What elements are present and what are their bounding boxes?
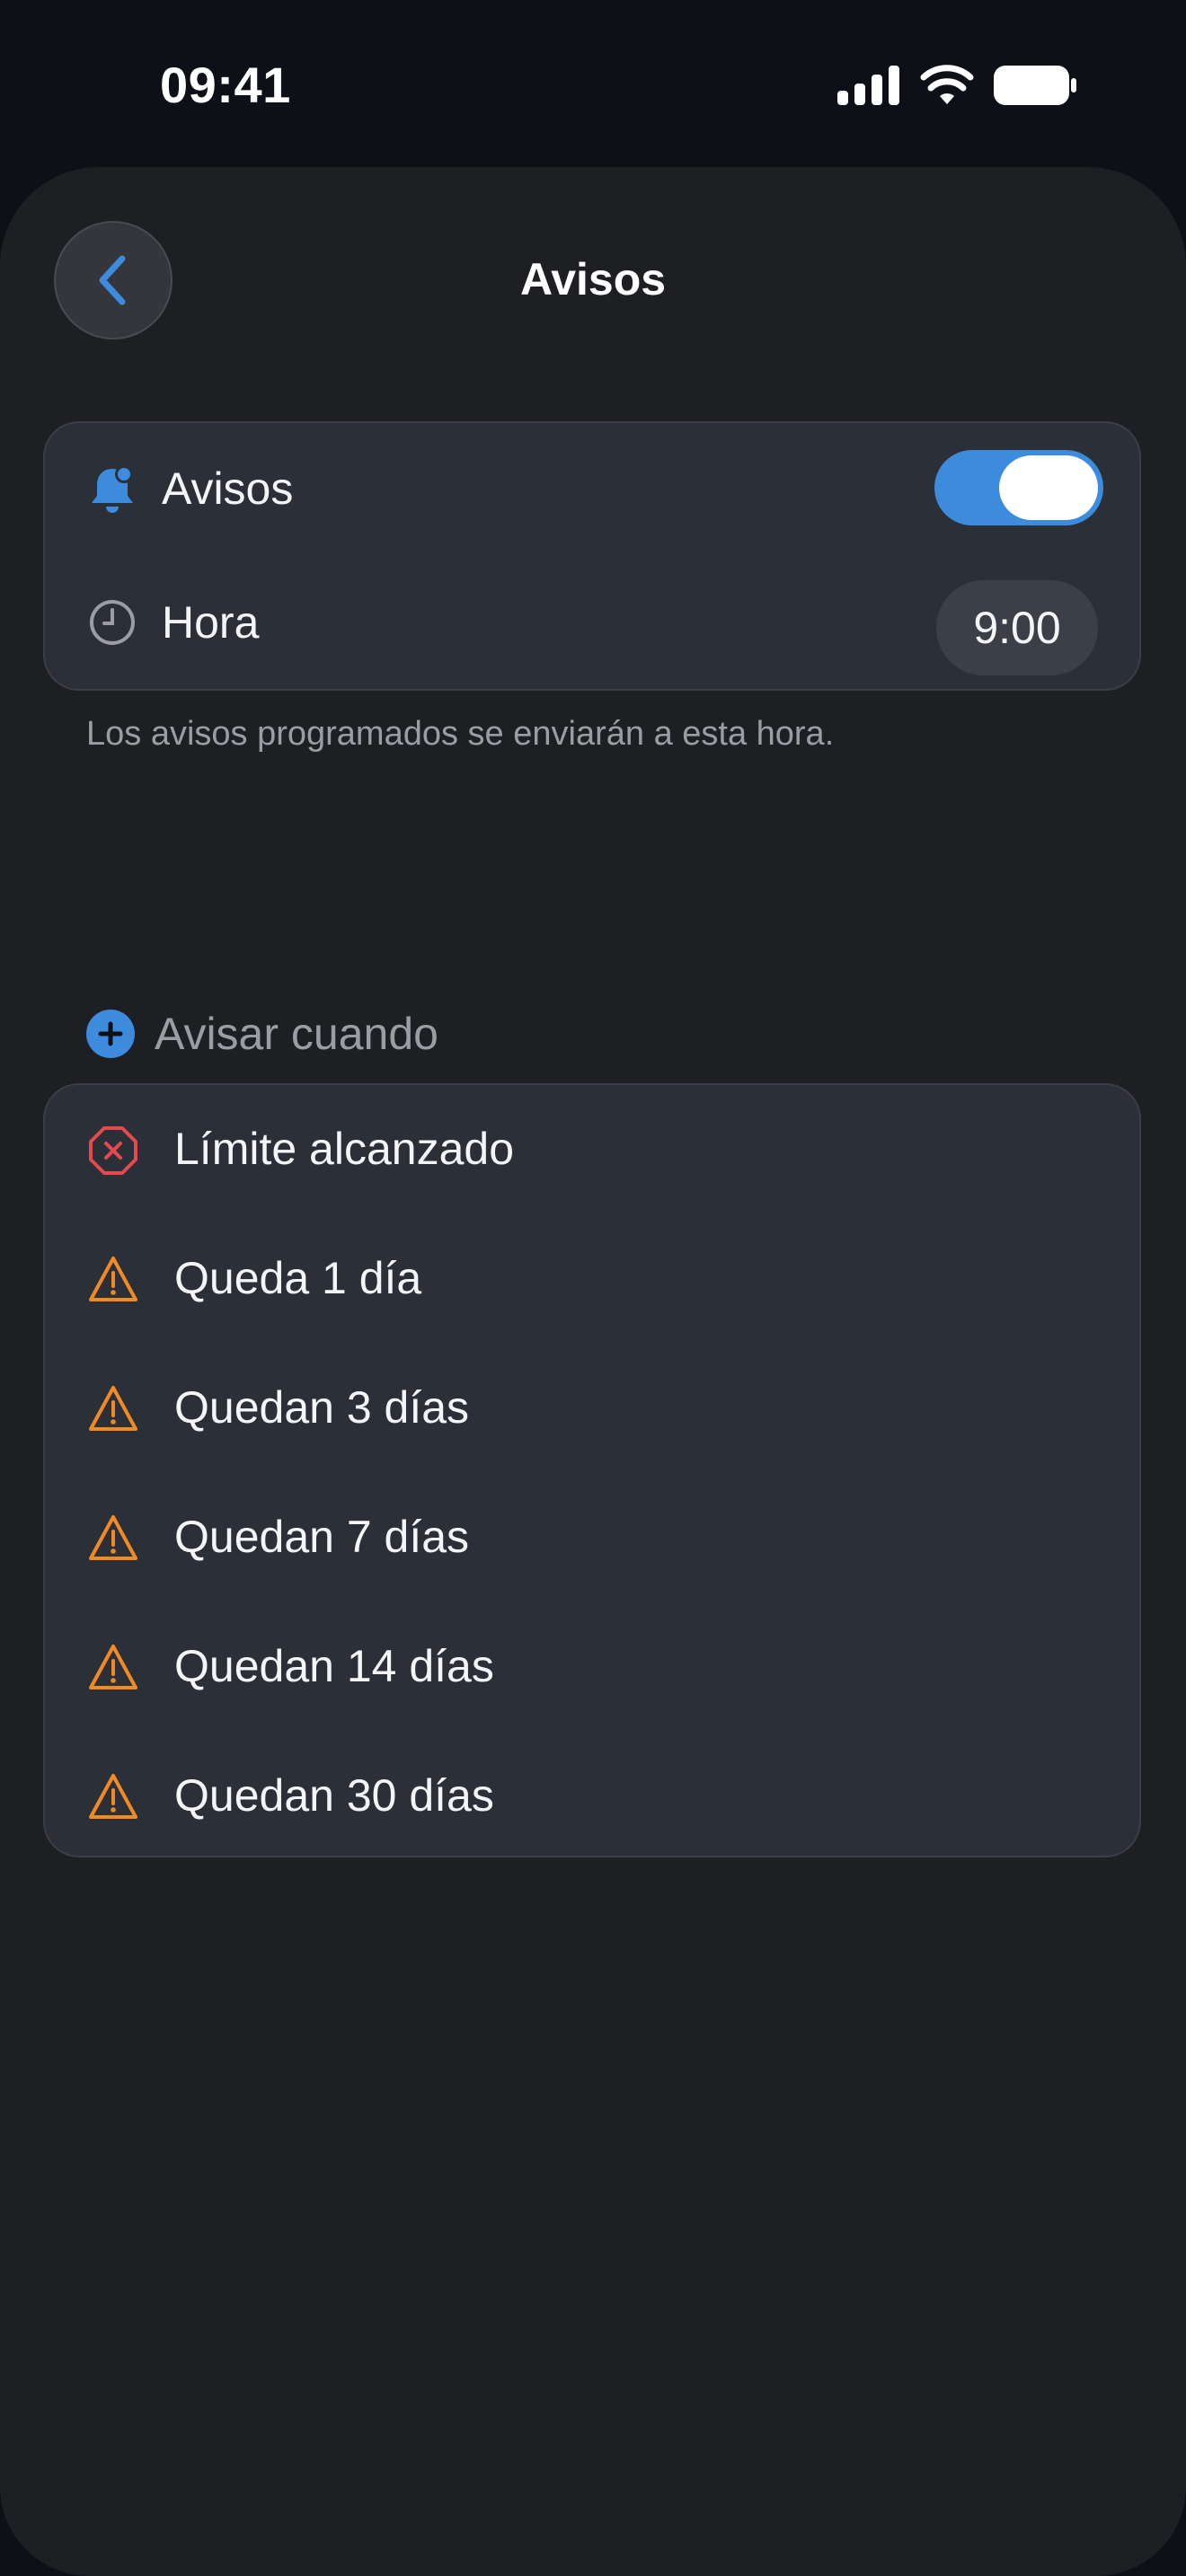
- list-item[interactable]: Límite alcanzado: [45, 1085, 1139, 1214]
- warning-triangle-icon: [89, 1515, 137, 1560]
- time-picker-button[interactable]: 9:00: [936, 580, 1098, 675]
- warning-triangle-icon: [89, 1257, 137, 1301]
- settings-card: Avisos Hora 9:00: [43, 421, 1141, 691]
- cellular-signal-icon: [837, 66, 899, 105]
- section-title: Avisar cuando: [155, 1009, 438, 1059]
- clock-icon: [88, 598, 137, 647]
- status-time: 09:41: [160, 57, 291, 113]
- list-item[interactable]: Queda 1 día: [45, 1214, 1139, 1344]
- time-label: Hora: [162, 596, 260, 648]
- time-footnote: Los avisos programados se enviarán a est…: [86, 715, 835, 753]
- list-item-label: Quedan 3 días: [174, 1382, 470, 1433]
- list-item-label: Límite alcanzado: [174, 1124, 515, 1174]
- list-item[interactable]: Quedan 14 días: [45, 1602, 1139, 1732]
- page-title: Avisos: [519, 254, 667, 304]
- x-octagon-icon: [89, 1126, 137, 1175]
- settings-sheet: Avisos Avisos Hora 9:00 Los avisos progr…: [0, 167, 1186, 2576]
- list-item[interactable]: Quedan 30 días: [45, 1732, 1139, 1861]
- alerts-label: Avisos: [162, 463, 294, 514]
- list-item-label: Queda 1 día: [174, 1253, 422, 1303]
- status-icons: [837, 65, 1076, 106]
- toggle-knob: [999, 455, 1098, 520]
- warning-triangle-icon: [89, 1774, 137, 1819]
- wifi-icon: [920, 65, 974, 104]
- status-bar: 09:41: [0, 0, 1186, 171]
- time-row: Hora 9:00: [45, 553, 1139, 691]
- bell-badge-icon: [88, 464, 137, 513]
- list-item-label: Quedan 7 días: [174, 1512, 470, 1562]
- warning-triangle-icon: [89, 1645, 137, 1689]
- list-item-label: Quedan 30 días: [174, 1770, 494, 1821]
- warning-triangle-icon: [89, 1386, 137, 1431]
- alerts-row: Avisos: [45, 423, 1139, 553]
- alerts-toggle[interactable]: [934, 450, 1103, 525]
- plus-circle-icon[interactable]: [86, 1010, 135, 1058]
- list-item-label: Quedan 14 días: [174, 1641, 494, 1691]
- battery-icon: [994, 66, 1076, 105]
- add-alert-header: Avisar cuando: [86, 1002, 438, 1065]
- list-item[interactable]: Quedan 3 días: [45, 1344, 1139, 1473]
- list-item[interactable]: Quedan 7 días: [45, 1473, 1139, 1602]
- alert-rules-list: Límite alcanzado Queda 1 día Quedan 3 dí…: [43, 1083, 1141, 1857]
